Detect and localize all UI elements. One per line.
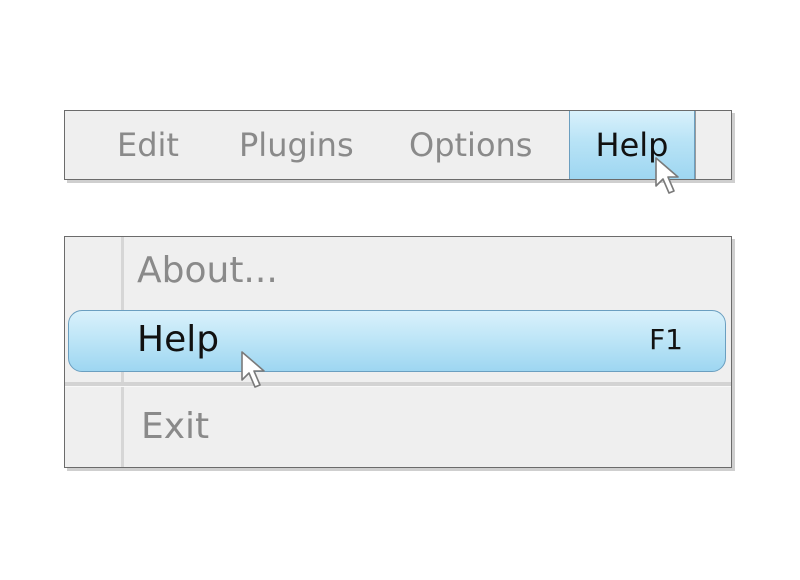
menu-item-help[interactable]: Help F1	[68, 310, 726, 372]
arrow-pointer-icon	[655, 157, 679, 194]
menu-options[interactable]: Options	[409, 111, 532, 179]
menu-separator	[65, 382, 731, 387]
arrow-pointer-icon	[241, 351, 265, 388]
menu-bar: Edit Plugins Options Help	[64, 110, 732, 180]
menu-item-about[interactable]: About...	[65, 239, 731, 303]
menu-item-about-label: About...	[137, 250, 278, 291]
menu-bar-end-cap	[695, 111, 731, 179]
menu-item-help-label: Help	[137, 319, 220, 360]
menu-plugins[interactable]: Plugins	[239, 111, 354, 179]
menu-item-help-shortcut: F1	[649, 323, 683, 356]
menu-item-exit-label: Exit	[141, 406, 210, 447]
dropdown-menu: About... Help F1 Exit	[64, 236, 732, 468]
menu-item-exit[interactable]: Exit	[65, 395, 731, 459]
menu-edit[interactable]: Edit	[117, 111, 179, 179]
